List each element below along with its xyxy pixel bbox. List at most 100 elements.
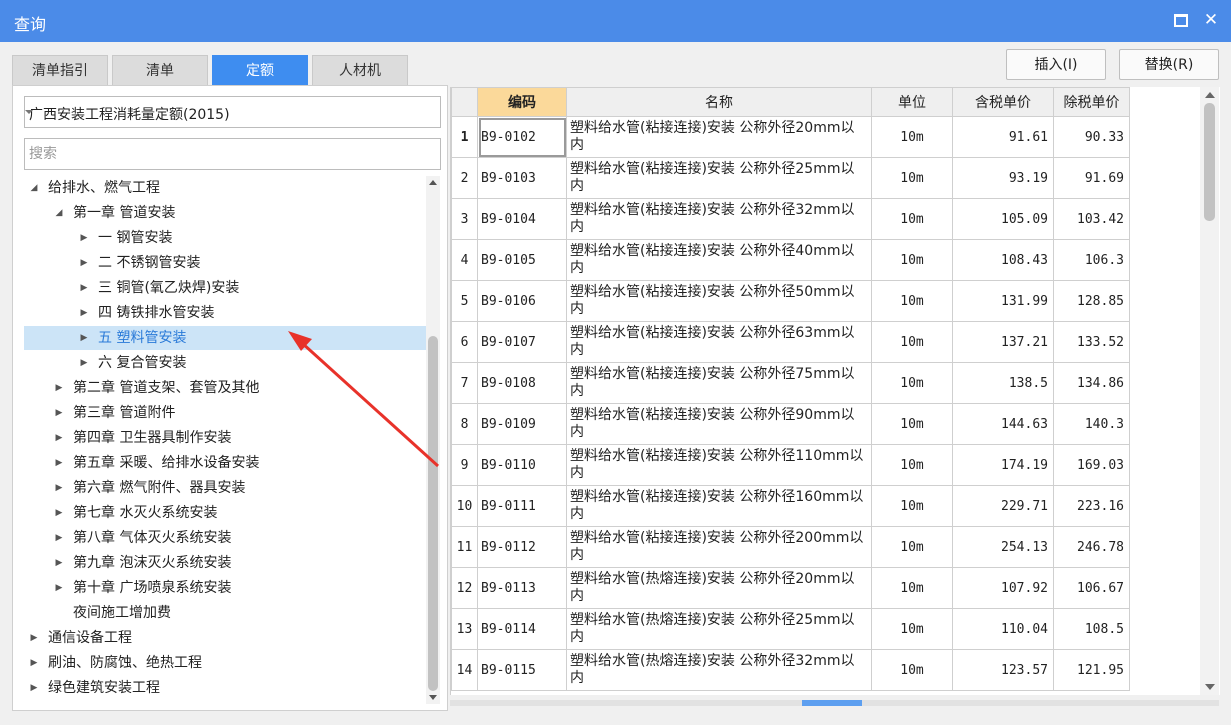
- tab-quota[interactable]: 定额: [212, 55, 308, 85]
- unit-cell[interactable]: 10m: [871, 526, 953, 568]
- code-cell[interactable]: B9-0102: [477, 116, 567, 158]
- price-tax-cell[interactable]: 144.63: [952, 403, 1054, 445]
- tree-node[interactable]: ▶ 六 复合管安装: [24, 351, 426, 375]
- table-scrollbar-thumb[interactable]: [1204, 103, 1215, 221]
- name-cell[interactable]: 塑料给水管(粘接连接)安装 公称外径25mm以内: [566, 157, 872, 199]
- collapse-arrow-icon[interactable]: ▶: [53, 551, 65, 575]
- table-row[interactable]: 10 B9-0111 塑料给水管(粘接连接)安装 公称外径160mm以内 10m 229…: [451, 485, 1130, 527]
- code-cell[interactable]: B9-0112: [477, 526, 567, 568]
- name-cell[interactable]: 塑料给水管(热熔连接)安装 公称外径32mm以内: [566, 649, 872, 691]
- table-scrollbar[interactable]: [1200, 87, 1219, 695]
- tree-scrollbar[interactable]: [426, 176, 440, 704]
- code-cell[interactable]: B9-0115: [477, 649, 567, 691]
- tree-node[interactable]: ▶ 第二章 管道支架、套管及其他: [24, 376, 426, 400]
- price-tax-cell[interactable]: 123.57: [952, 649, 1054, 691]
- tab-bill-guide[interactable]: 清单指引: [12, 55, 108, 85]
- maximize-icon[interactable]: [1170, 9, 1192, 31]
- code-cell[interactable]: B9-0104: [477, 198, 567, 240]
- unit-cell[interactable]: 10m: [871, 649, 953, 691]
- collapse-arrow-icon[interactable]: ▶: [53, 426, 65, 450]
- table-row[interactable]: 7 B9-0108 塑料给水管(粘接连接)安装 公称外径75mm以内 10m 138.5…: [451, 362, 1130, 404]
- price-tax-cell[interactable]: 105.09: [952, 198, 1054, 240]
- name-cell[interactable]: 塑料给水管(粘接连接)安装 公称外径90mm以内: [566, 403, 872, 445]
- code-cell[interactable]: B9-0110: [477, 444, 567, 486]
- collapse-arrow-icon[interactable]: ▶: [78, 326, 90, 350]
- collapse-arrow-icon[interactable]: ▶: [53, 476, 65, 500]
- price-tax-cell[interactable]: 108.43: [952, 239, 1054, 281]
- code-cell[interactable]: B9-0103: [477, 157, 567, 199]
- collapse-arrow-icon[interactable]: ▶: [78, 251, 90, 275]
- price-tax-cell[interactable]: 110.04: [952, 608, 1054, 650]
- col-header-unit[interactable]: 单位: [871, 87, 953, 117]
- scroll-down-icon[interactable]: [1205, 684, 1215, 690]
- tree-node[interactable]: ▶ 第八章 气体灭火系统安装: [24, 526, 426, 550]
- price-tax-cell[interactable]: 93.19: [952, 157, 1054, 199]
- price-notax-cell[interactable]: 128.85: [1053, 280, 1130, 322]
- unit-cell[interactable]: 10m: [871, 608, 953, 650]
- price-notax-cell[interactable]: 108.5: [1053, 608, 1130, 650]
- collapse-arrow-icon[interactable]: ▶: [53, 576, 65, 600]
- price-notax-cell[interactable]: 106.67: [1053, 567, 1130, 609]
- table-row[interactable]: 11 B9-0112 塑料给水管(粘接连接)安装 公称外径200mm以内 10m 254…: [451, 526, 1130, 568]
- name-cell[interactable]: 塑料给水管(粘接连接)安装 公称外径40mm以内: [566, 239, 872, 281]
- tree-node[interactable]: ▶ 第五章 采暖、给排水设备安装: [24, 451, 426, 475]
- collapse-arrow-icon[interactable]: ▶: [53, 451, 65, 475]
- collapse-arrow-icon[interactable]: ▶: [53, 376, 65, 400]
- price-notax-cell[interactable]: 134.86: [1053, 362, 1130, 404]
- price-tax-cell[interactable]: 137.21: [952, 321, 1054, 363]
- tree-node[interactable]: ▶ 三 铜管(氧乙炔焊)安装: [24, 276, 426, 300]
- table-row[interactable]: 6 B9-0107 塑料给水管(粘接连接)安装 公称外径63mm以内 10m 137.2…: [451, 321, 1130, 363]
- tree-node[interactable]: ▶ 绿色建筑安装工程: [24, 676, 426, 700]
- name-cell[interactable]: 塑料给水管(粘接连接)安装 公称外径50mm以内: [566, 280, 872, 322]
- library-select[interactable]: 广西安装工程消耗量定额(2015): [24, 96, 441, 128]
- price-notax-cell[interactable]: 121.95: [1053, 649, 1130, 691]
- tree-node[interactable]: ▶ 五 塑料管安装: [24, 326, 426, 350]
- collapse-arrow-icon[interactable]: ▶: [28, 676, 40, 700]
- unit-cell[interactable]: 10m: [871, 362, 953, 404]
- collapse-arrow-icon[interactable]: ▶: [53, 401, 65, 425]
- price-notax-cell[interactable]: 169.03: [1053, 444, 1130, 486]
- price-notax-cell[interactable]: 246.78: [1053, 526, 1130, 568]
- tree-node[interactable]: ▶ 第六章 燃气附件、器具安装: [24, 476, 426, 500]
- collapse-arrow-icon[interactable]: ▶: [78, 226, 90, 250]
- name-cell[interactable]: 塑料给水管(粘接连接)安装 公称外径63mm以内: [566, 321, 872, 363]
- table-row[interactable]: 5 B9-0106 塑料给水管(粘接连接)安装 公称外径50mm以内 10m 131.9…: [451, 280, 1130, 322]
- unit-cell[interactable]: 10m: [871, 403, 953, 445]
- price-tax-cell[interactable]: 138.5: [952, 362, 1054, 404]
- name-cell[interactable]: 塑料给水管(粘接连接)安装 公称外径200mm以内: [566, 526, 872, 568]
- col-header-price-tax[interactable]: 含税单价: [952, 87, 1054, 117]
- price-notax-cell[interactable]: 103.42: [1053, 198, 1130, 240]
- tree-node[interactable]: ▶ 第十章 广场喷泉系统安装: [24, 576, 426, 600]
- unit-cell[interactable]: 10m: [871, 280, 953, 322]
- table-row[interactable]: 3 B9-0104 塑料给水管(粘接连接)安装 公称外径32mm以内 10m 105.0…: [451, 198, 1130, 240]
- tree-node[interactable]: 夜间施工增加费: [24, 601, 426, 625]
- unit-cell[interactable]: 10m: [871, 198, 953, 240]
- name-cell[interactable]: 塑料给水管(粘接连接)安装 公称外径110mm以内: [566, 444, 872, 486]
- code-cell[interactable]: B9-0108: [477, 362, 567, 404]
- code-cell[interactable]: B9-0106: [477, 280, 567, 322]
- unit-cell[interactable]: 10m: [871, 444, 953, 486]
- tree-node[interactable]: ▶ 通信设备工程: [24, 626, 426, 650]
- table-row[interactable]: 4 B9-0105 塑料给水管(粘接连接)安装 公称外径40mm以内 10m 108.4…: [451, 239, 1130, 281]
- tree-node[interactable]: ▶ 第三章 管道附件: [24, 401, 426, 425]
- collapse-arrow-icon[interactable]: ▶: [28, 651, 40, 675]
- tree-node[interactable]: ▶ 四 铸铁排水管安装: [24, 301, 426, 325]
- price-tax-cell[interactable]: 229.71: [952, 485, 1054, 527]
- tree-node[interactable]: ▶ 一 钢管安装: [24, 226, 426, 250]
- unit-cell[interactable]: 10m: [871, 157, 953, 199]
- search-input[interactable]: [24, 138, 441, 170]
- tree-scrollbar-thumb[interactable]: [428, 336, 438, 691]
- code-cell[interactable]: B9-0111: [477, 485, 567, 527]
- scroll-up-icon[interactable]: [1205, 92, 1215, 98]
- table-row[interactable]: 14 B9-0115 塑料给水管(热熔连接)安装 公称外径32mm以内 10m 123.…: [451, 649, 1130, 691]
- unit-cell[interactable]: 10m: [871, 485, 953, 527]
- price-notax-cell[interactable]: 223.16: [1053, 485, 1130, 527]
- price-notax-cell[interactable]: 140.3: [1053, 403, 1130, 445]
- replace-button[interactable]: 替换(R): [1119, 49, 1219, 80]
- name-cell[interactable]: 塑料给水管(热熔连接)安装 公称外径25mm以内: [566, 608, 872, 650]
- insert-button[interactable]: 插入(I): [1006, 49, 1106, 80]
- table-row[interactable]: 13 B9-0114 塑料给水管(热熔连接)安装 公称外径25mm以内 10m 110.…: [451, 608, 1130, 650]
- col-header-price-notax[interactable]: 除税单价: [1053, 87, 1130, 117]
- unit-cell[interactable]: 10m: [871, 321, 953, 363]
- tree-node[interactable]: ◢ 第一章 管道安装: [24, 201, 426, 225]
